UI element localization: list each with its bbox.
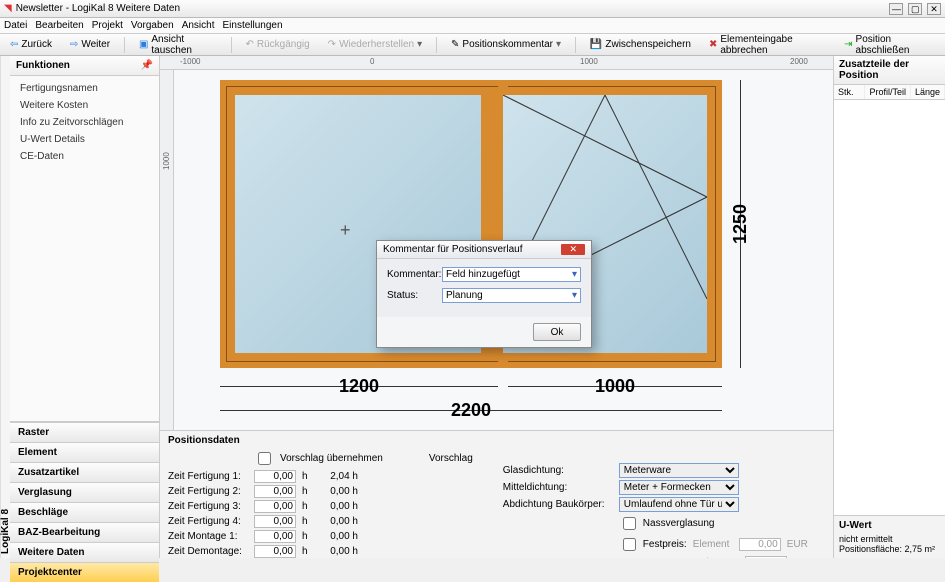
titlebar: ◥ Newsletter - LogiKal 8 Weitere Daten —… — [0, 0, 945, 18]
func-ce-daten[interactable]: CE-Daten — [10, 148, 159, 165]
kommentar-label: Kommentar: — [387, 269, 442, 280]
right-panel: Zusatzteile der Position Stk.Profil/Teil… — [833, 56, 945, 558]
nav-projektcenter[interactable]: Projektcenter — [10, 562, 159, 582]
positionsdaten-panel: Positionsdaten Vorschlag übernehmen Vors… — [160, 430, 833, 558]
kommentar-dialog: Kommentar für Positionsverlauf ✕ Komment… — [376, 240, 592, 348]
nav-stack: Raster Element Zusatzartikel Verglasung … — [10, 422, 159, 582]
mitteldichtung-select[interactable]: Meter + Formecken — [619, 480, 739, 495]
nav-beschlaege[interactable]: Beschläge — [10, 502, 159, 522]
nav-weitere-daten[interactable]: Weitere Daten — [10, 542, 159, 562]
nav-verglasung[interactable]: Verglasung — [10, 482, 159, 502]
posdata-title: Positionsdaten — [168, 435, 825, 446]
vorschlag-header: Vorschlag — [429, 453, 473, 464]
finish-button[interactable]: ⇥Position abschließen — [838, 32, 941, 58]
menu-bearbeiten[interactable]: Bearbeiten — [35, 20, 83, 31]
redo-icon: ↷ — [328, 39, 336, 50]
close-button[interactable]: ✕ — [927, 3, 941, 15]
cancel-button[interactable]: ✖Elementeingabe abbrechen — [703, 32, 832, 58]
dim-total: 2200 — [220, 400, 722, 421]
monitor-icon: ▣ — [139, 39, 148, 50]
menu-projekt[interactable]: Projekt — [92, 20, 123, 31]
comment-icon: ✎ — [451, 39, 459, 50]
min-button[interactable]: — — [889, 3, 903, 15]
app-icon: ◥ — [4, 3, 12, 14]
zusatzteile-cols: Stk.Profil/TeilLänge — [834, 85, 945, 100]
next-button[interactable]: ⇨Weiter — [64, 37, 116, 52]
dim-right: 1000 — [508, 376, 722, 397]
menu-vorgaben[interactable]: Vorgaben — [131, 20, 174, 31]
pin-icon[interactable]: 📌 — [141, 60, 153, 71]
arrow-right-icon: ⇨ — [70, 39, 78, 50]
abdichtung-select[interactable]: Umlaufend ohne Tür und U — [619, 497, 739, 512]
comment-button[interactable]: ✎Positionskommentar▾ — [445, 37, 567, 52]
crosshair-icon: + — [340, 220, 351, 241]
redo-button[interactable]: ↷Wiederherstellen▾ — [322, 37, 428, 52]
fert4-input[interactable] — [254, 515, 296, 528]
menu-einstellungen[interactable]: Einstellungen — [222, 20, 282, 31]
uwert-panel: U-Wert nicht ermittelt Positionsfläche: … — [834, 515, 945, 558]
element-price — [739, 538, 781, 551]
menu-datei[interactable]: Datei — [4, 20, 27, 31]
save-button[interactable]: 💾Zwischenspeichern — [584, 37, 697, 52]
dim-left: 1200 — [220, 376, 498, 397]
window-title: Newsletter - LogiKal 8 Weitere Daten — [16, 3, 180, 14]
fert2-input[interactable] — [254, 485, 296, 498]
dim-height: 1250 — [730, 80, 751, 368]
nav-element[interactable]: Element — [10, 442, 159, 462]
fert1-input[interactable] — [254, 470, 296, 483]
toolbar: ⇦Zurück ⇨Weiter ▣Ansicht tauschen ↶Rückg… — [0, 34, 945, 56]
back-button[interactable]: ⇦Zurück — [4, 37, 58, 52]
nav-zusatzartikel[interactable]: Zusatzartikel — [10, 462, 159, 482]
ruler-vertical: 1000 — [160, 70, 174, 430]
func-zeitvorschlaege[interactable]: Info zu Zeitvorschlägen — [10, 114, 159, 131]
montage-input[interactable] — [254, 530, 296, 543]
fert3-input[interactable] — [254, 500, 296, 513]
zusatzteile-header: Zusatzteile der Position — [834, 56, 945, 85]
app-rail: LogiKal 8 — [0, 56, 10, 558]
menu-ansicht[interactable]: Ansicht — [182, 20, 215, 31]
func-weitere-kosten[interactable]: Weitere Kosten — [10, 97, 159, 114]
ruler-horizontal: -1000 0 1000 2000 — [160, 56, 833, 70]
undo-icon: ↶ — [245, 39, 253, 50]
arrow-left-icon: ⇦ — [10, 39, 18, 50]
func-fertigungsnamen[interactable]: Fertigungsnamen — [10, 80, 159, 97]
status-field[interactable]: Planung▾ — [442, 288, 581, 303]
glasdichtung-select[interactable]: Meterware — [619, 463, 739, 478]
demontage-input[interactable] — [254, 545, 296, 558]
func-uwert-details[interactable]: U-Wert Details — [10, 131, 159, 148]
dialog-ok-button[interactable]: Ok — [533, 323, 581, 341]
cancel-icon: ✖ — [709, 39, 717, 50]
kommentar-field[interactable]: Feld hinzugefügt▾ — [442, 267, 581, 282]
max-button[interactable]: ▢ — [908, 3, 922, 15]
left-sidebar: Funktionen 📌 Fertigungsnamen Weitere Kos… — [10, 56, 160, 558]
chk-fest[interactable] — [623, 538, 636, 551]
status-label: Status: — [387, 290, 442, 301]
chk-vorschlag[interactable] — [258, 452, 271, 465]
functions-header: Funktionen 📌 — [10, 56, 159, 76]
chk-nass[interactable] — [623, 517, 636, 530]
nav-raster[interactable]: Raster — [10, 422, 159, 442]
zusatzteile-list[interactable] — [834, 100, 945, 515]
swap-view-button[interactable]: ▣Ansicht tauschen — [133, 32, 223, 58]
finish-icon: ⇥ — [844, 39, 852, 50]
dialog-title: Kommentar für Positionsverlauf — [383, 244, 523, 255]
undo-button[interactable]: ↶Rückgängig — [239, 37, 315, 52]
save-icon: 💾 — [590, 39, 602, 50]
nav-baz[interactable]: BAZ-Bearbeitung — [10, 522, 159, 542]
dialog-close-button[interactable]: ✕ — [561, 244, 585, 255]
